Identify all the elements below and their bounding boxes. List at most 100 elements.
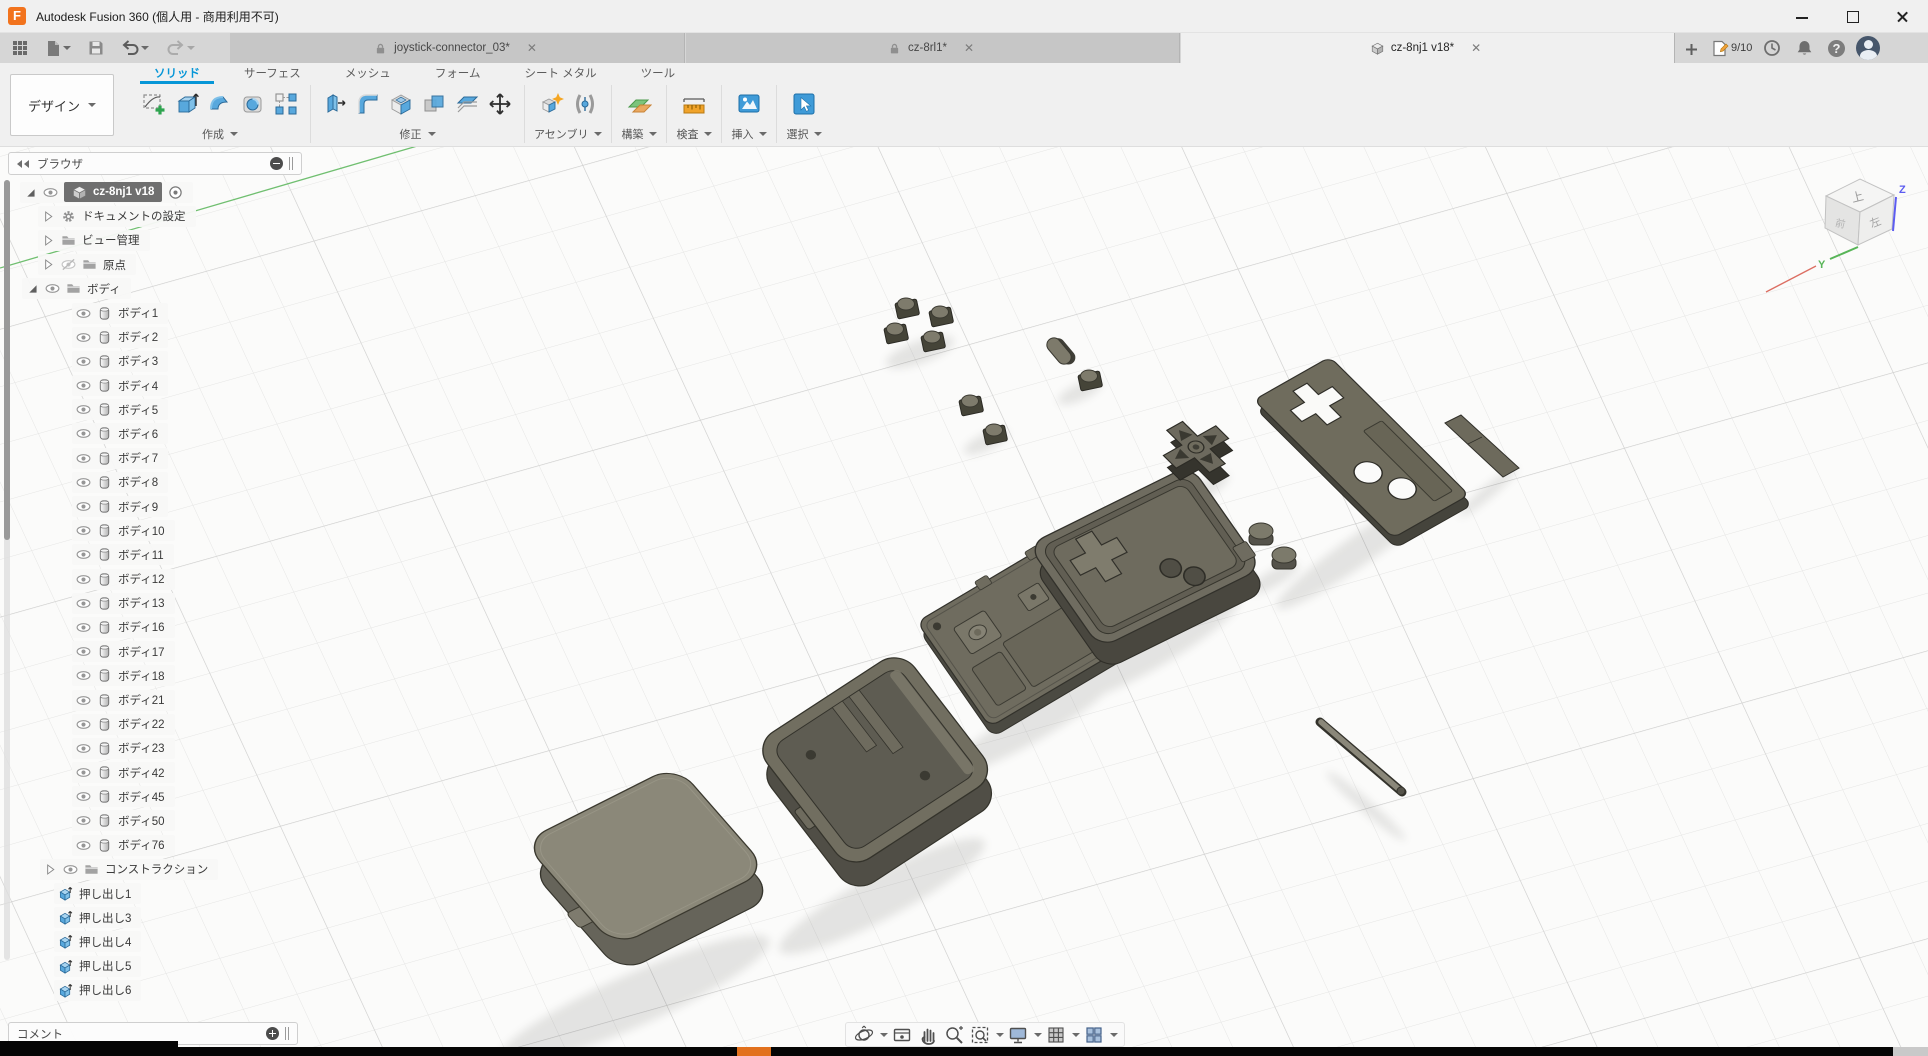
shell-icon[interactable] <box>386 89 416 119</box>
visibility-eye-icon[interactable] <box>76 741 91 756</box>
workspace-selector-button[interactable]: デザイン <box>10 74 114 136</box>
tree-row-root[interactable]: cz-8nj1 v18 <box>20 180 218 204</box>
tree-row-body[interactable]: ボディ13 <box>72 591 218 615</box>
tree-row-extrude[interactable]: 押し出し5 <box>54 954 218 978</box>
zoom-icon[interactable] <box>942 1024 966 1046</box>
group-label-modify[interactable]: 修正 <box>400 125 436 143</box>
tab-solid[interactable]: ソリッド <box>132 63 222 82</box>
tree-row-body[interactable]: ボディ3 <box>72 349 218 373</box>
display-settings-icon[interactable] <box>1006 1024 1030 1046</box>
undo-icon[interactable] <box>117 37 153 59</box>
browser-scrollbar[interactable] <box>4 180 10 960</box>
tree-row-body[interactable]: ボディ42 <box>72 761 218 785</box>
tab-tools[interactable]: ツール <box>619 63 698 82</box>
close-icon[interactable] <box>1880 0 1926 33</box>
collapsed-triangle-icon[interactable] <box>42 210 55 223</box>
tree-row-extrude[interactable]: 押し出し6 <box>54 978 218 1002</box>
doc-tab-joystick-connector[interactable]: joystick-connector_03* ✕ <box>230 33 685 63</box>
close-tab-icon[interactable]: ✕ <box>961 41 977 55</box>
close-tab-icon[interactable]: ✕ <box>1468 41 1484 55</box>
expand-triangle-icon[interactable] <box>26 282 39 295</box>
avatar[interactable] <box>1856 36 1880 60</box>
collapsed-triangle-icon[interactable] <box>44 863 57 876</box>
apps-grid-icon[interactable] <box>9 37 31 59</box>
select-tool-icon[interactable] <box>789 89 819 119</box>
tree-row-extrude[interactable]: 押し出し3 <box>54 906 218 930</box>
sweep-icon[interactable] <box>205 89 235 119</box>
visibility-eye-icon[interactable] <box>76 475 91 490</box>
visibility-eye-icon[interactable] <box>63 862 78 877</box>
visibility-eye-icon[interactable] <box>76 426 91 441</box>
tree-row-body[interactable]: ボディ1 <box>72 301 218 325</box>
visibility-eye-icon[interactable] <box>76 330 91 345</box>
tree-row-body[interactable]: ボディ16 <box>72 615 218 639</box>
visibility-eye-icon[interactable] <box>76 354 91 369</box>
group-label-select[interactable]: 選択 <box>786 125 822 143</box>
tab-mesh[interactable]: メッシュ <box>323 63 413 82</box>
press-pull-icon[interactable] <box>320 89 350 119</box>
group-label-construct[interactable]: 構築 <box>621 125 657 143</box>
part-round-button-b[interactable] <box>1272 547 1296 569</box>
activate-target-icon[interactable] <box>168 185 183 200</box>
construction-plane-icon[interactable] <box>624 89 654 119</box>
tree-row-body[interactable]: ボディ76 <box>72 833 218 857</box>
tab-form[interactable]: フォーム <box>413 63 503 82</box>
notifications-bell-icon[interactable] <box>1792 36 1816 60</box>
tree-row-bodies-folder[interactable]: ボディ <box>22 277 218 301</box>
tree-row-body[interactable]: ボディ45 <box>72 785 218 809</box>
redo-icon[interactable] <box>163 37 199 59</box>
new-component-icon[interactable] <box>537 89 567 119</box>
collapse-panel-icon[interactable] <box>17 160 30 168</box>
tree-row-body[interactable]: ボディ4 <box>72 374 218 398</box>
group-label-assemble[interactable]: アセンブリ <box>534 125 602 143</box>
revolve-icon[interactable] <box>238 89 268 119</box>
visibility-off-eye-icon[interactable] <box>61 257 76 272</box>
tree-row-body[interactable]: ボディ8 <box>72 470 218 494</box>
extrude-icon[interactable] <box>172 89 202 119</box>
viewport-3d[interactable]: 上 左 前 Z Y ブラウザ cz-8nj1 v18 <box>0 147 1928 1056</box>
visibility-eye-icon[interactable] <box>76 789 91 804</box>
visibility-eye-icon[interactable] <box>76 765 91 780</box>
visibility-eye-icon[interactable] <box>76 717 91 732</box>
fillet-icon[interactable] <box>353 89 383 119</box>
group-label-inspect[interactable]: 検査 <box>676 125 712 143</box>
tree-row-extrude[interactable]: 押し出し1 <box>54 881 218 905</box>
grid-caret[interactable] <box>1072 1033 1080 1037</box>
group-label-insert[interactable]: 挿入 <box>731 125 767 143</box>
visibility-eye-icon[interactable] <box>76 523 91 538</box>
tree-row-body[interactable]: ボディ21 <box>72 688 218 712</box>
create-sketch-icon[interactable] <box>139 89 169 119</box>
tree-row-body[interactable]: ボディ5 <box>72 398 218 422</box>
tree-row-body[interactable]: ボディ23 <box>72 736 218 760</box>
tab-sheetmetal[interactable]: シート メタル <box>502 63 618 82</box>
tab-surface[interactable]: サーフェス <box>222 63 323 82</box>
tree-row-body[interactable]: ボディ9 <box>72 494 218 518</box>
tree-row-body[interactable]: ボディ11 <box>72 543 218 567</box>
minimize-icon[interactable] <box>1780 0 1826 33</box>
tree-row-extrude[interactable]: 押し出し4 <box>54 930 218 954</box>
tree-row-body[interactable]: ボディ18 <box>72 664 218 688</box>
viewports-icon[interactable] <box>1082 1024 1106 1046</box>
tree-row-body[interactable]: ボディ12 <box>72 567 218 591</box>
job-status-button[interactable]: 9/10 <box>1712 36 1752 60</box>
new-tab-icon[interactable] <box>1678 37 1704 61</box>
visibility-eye-icon[interactable] <box>76 838 91 853</box>
tree-row-construction[interactable]: コンストラクション <box>40 857 218 881</box>
collapsed-triangle-icon[interactable] <box>42 234 55 247</box>
expand-triangle-icon[interactable] <box>24 186 37 199</box>
look-at-icon[interactable] <box>890 1024 914 1046</box>
fit-caret[interactable] <box>996 1033 1004 1037</box>
scene-canvas[interactable]: 上 左 前 Z Y <box>0 147 1928 1056</box>
tree-row-body[interactable]: ボディ17 <box>72 640 218 664</box>
viewports-caret[interactable] <box>1110 1033 1118 1037</box>
tree-row-body[interactable]: ボディ10 <box>72 519 218 543</box>
tree-row-doc-settings[interactable]: ドキュメントの設定 <box>38 204 218 228</box>
orbit-icon[interactable] <box>852 1024 876 1046</box>
group-label-create[interactable]: 作成 <box>202 125 238 143</box>
pan-icon[interactable] <box>916 1024 940 1046</box>
tree-row-body[interactable]: ボディ6 <box>72 422 218 446</box>
tree-row-body[interactable]: ボディ2 <box>72 325 218 349</box>
clock-history-icon[interactable] <box>1760 36 1784 60</box>
visibility-eye-icon[interactable] <box>76 378 91 393</box>
close-tab-icon[interactable]: ✕ <box>524 41 540 55</box>
